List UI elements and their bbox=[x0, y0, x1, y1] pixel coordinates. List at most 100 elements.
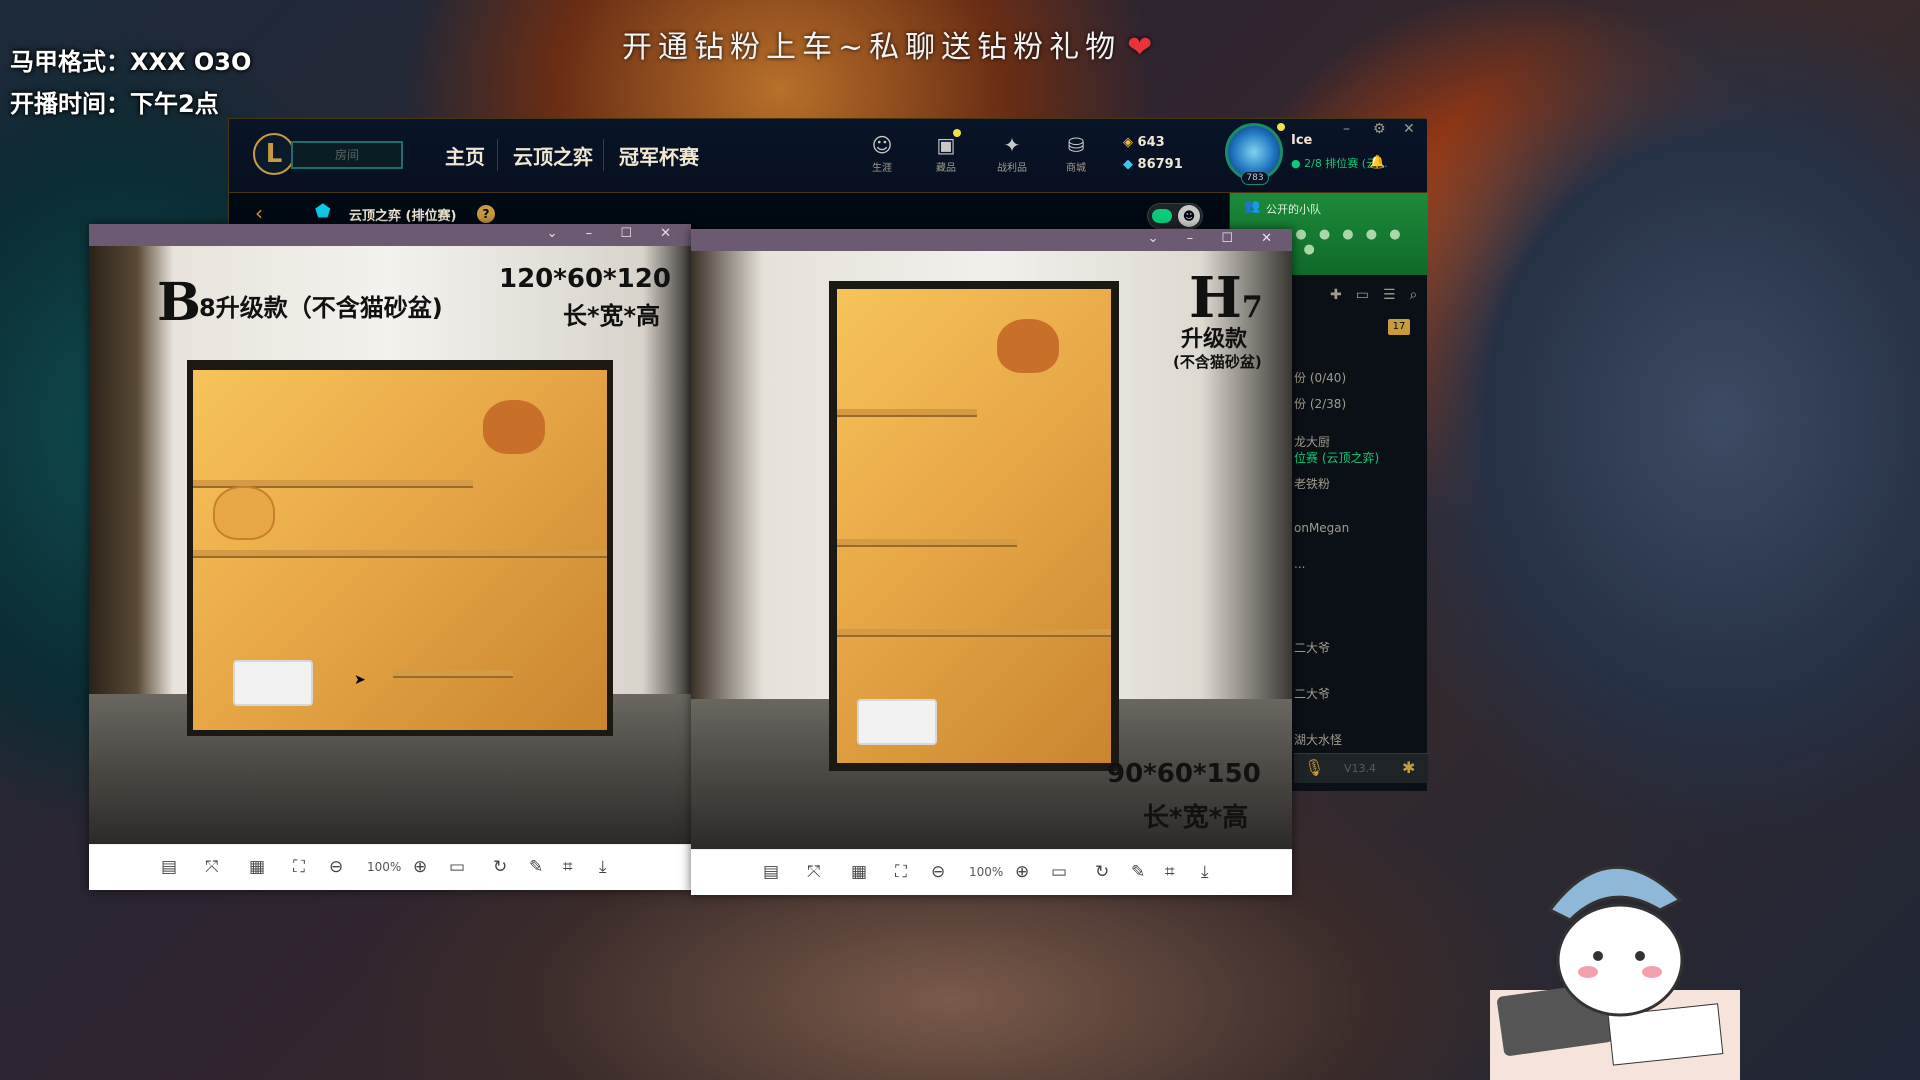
store-icon: ⛁ bbox=[1067, 133, 1085, 157]
model-letter: B bbox=[157, 272, 201, 333]
list-item[interactable]: 二大爷 bbox=[1294, 685, 1330, 702]
notification-dot bbox=[1277, 123, 1285, 131]
list-item[interactable]: 老铁粉 bbox=[1294, 475, 1330, 492]
shark-mascot-icon bbox=[1490, 866, 1740, 1080]
tft-mode-icon: ⬟ bbox=[315, 201, 331, 222]
friend-group[interactable]: 份 (0/40) bbox=[1294, 369, 1346, 386]
collection-label: 藏品 bbox=[936, 163, 956, 174]
party-slots: ●● ● ● ● ● ● ● bbox=[1280, 227, 1405, 257]
heart-icon: ❤ bbox=[1127, 30, 1159, 65]
zoom-out-icon[interactable]: ⊖ bbox=[931, 862, 945, 882]
layout-icon[interactable]: ▤ bbox=[763, 862, 779, 882]
litter-box bbox=[857, 699, 937, 745]
store-label: 商城 bbox=[1066, 163, 1086, 174]
nav-tft[interactable]: 云顶之弈 bbox=[513, 141, 593, 170]
crop-icon[interactable]: ⌗ bbox=[1165, 862, 1175, 882]
minimize-icon[interactable]: – bbox=[1343, 121, 1350, 137]
zoom-in-icon[interactable]: ⊕ bbox=[1015, 862, 1029, 882]
league-logo-icon[interactable]: L bbox=[253, 133, 295, 175]
game-mode-label: 云顶之弈 (排位赛) bbox=[349, 209, 457, 224]
nav-divider bbox=[497, 139, 498, 171]
rp-balance: ◈ 643 bbox=[1123, 135, 1165, 150]
product-image-h7: H7 升级款 (不含猫砂盆) 90*60*150 长*宽*高 bbox=[691, 251, 1292, 849]
cat-window bbox=[997, 319, 1059, 373]
shelf bbox=[393, 670, 513, 678]
image-viewer-window-1[interactable]: ⌄ – ☐ ✕ B 8升级款（不含猫砂盆) 120*60*120 长*宽*高 ▤… bbox=[89, 224, 691, 890]
microphone-icon[interactable]: 🎙 bbox=[1304, 758, 1324, 777]
shelf bbox=[837, 539, 1017, 547]
viewer-toolbar: ▤ ⤧ ▦ ⛶ ⊖ 100% ⊕ ▭ ↻ ✎ ⌗ ⤓ bbox=[691, 849, 1292, 895]
store-button[interactable]: ⛁ 商城 bbox=[1051, 133, 1101, 174]
loot-button[interactable]: ✦ 战利品 bbox=[987, 133, 1037, 174]
litter-box bbox=[233, 660, 313, 706]
layout-icon[interactable]: ▤ bbox=[161, 857, 177, 877]
list-item[interactable]: 龙大厨 bbox=[1294, 433, 1330, 450]
party-toggle[interactable]: ☻ bbox=[1147, 203, 1203, 229]
dimensions-value: 90*60*150 bbox=[1107, 759, 1261, 789]
social-toolbar: ✚▭☰⌕ bbox=[1330, 287, 1431, 303]
rp-icon: ◈ bbox=[1123, 135, 1133, 150]
be-balance: ◆ 86791 bbox=[1123, 157, 1183, 172]
zoom-in-icon[interactable]: ⊕ bbox=[413, 857, 427, 877]
actual-size-icon[interactable]: ▭ bbox=[449, 857, 465, 877]
profile-icon: ☺ bbox=[871, 133, 893, 157]
play-button[interactable]: 房间 bbox=[291, 141, 403, 169]
model-subtitle: (不含猫砂盆) bbox=[1173, 353, 1262, 371]
add-friend-icon[interactable]: ✚ bbox=[1330, 287, 1356, 303]
open-party-label: 公开的小队 bbox=[1266, 203, 1321, 216]
help-icon[interactable]: ? bbox=[477, 205, 495, 223]
folder-icon[interactable]: ▭ bbox=[1356, 287, 1383, 303]
fit-icon[interactable]: ⤧ bbox=[205, 857, 219, 877]
download-icon[interactable]: ⤓ bbox=[599, 857, 607, 877]
close-icon[interactable]: ✕ bbox=[1403, 121, 1415, 137]
viewer-titlebar[interactable]: ⌄ – ☐ ✕ bbox=[691, 229, 1292, 251]
fullscreen-icon[interactable]: ⛶ bbox=[895, 862, 907, 882]
download-icon[interactable]: ⤓ bbox=[1201, 862, 1209, 882]
gallery-icon[interactable]: ▦ bbox=[851, 862, 867, 882]
viewer-window-controls[interactable]: ⌄ – ☐ ✕ bbox=[547, 226, 683, 241]
model-title: 8升级款（不含猫砂盆) bbox=[199, 294, 443, 322]
collection-button[interactable]: ▣ 藏品 bbox=[921, 133, 971, 174]
client-top-bar: L 房间 主页 云顶之弈 冠军杯赛 ☺ 生涯 ▣ 藏品 ✦ 战利品 ⛁ 商城 ◈… bbox=[229, 119, 1427, 193]
rotate-icon[interactable]: ↻ bbox=[1095, 862, 1109, 882]
zoom-out-icon[interactable]: ⊖ bbox=[329, 857, 343, 877]
list-icon[interactable]: ☰ bbox=[1383, 287, 1410, 303]
fit-icon[interactable]: ⤧ bbox=[807, 862, 821, 882]
search-icon[interactable]: ⌕ bbox=[1410, 287, 1432, 303]
edit-icon[interactable]: ✎ bbox=[529, 857, 543, 877]
settings-icon[interactable]: ⚙ bbox=[1373, 121, 1386, 137]
dimensions-label: 长*宽*高 bbox=[563, 302, 661, 330]
bell-icon[interactable]: 🔔 bbox=[1369, 155, 1385, 170]
image-viewer-window-2[interactable]: ⌄ – ☐ ✕ H7 升级款 (不含猫砂盆) 90*60*150 长*宽*高 ▤… bbox=[691, 229, 1292, 895]
bug-report-icon[interactable]: ✱ bbox=[1402, 758, 1415, 777]
shelf bbox=[837, 409, 977, 417]
viewer-titlebar[interactable]: ⌄ – ☐ ✕ bbox=[89, 224, 691, 246]
edit-icon[interactable]: ✎ bbox=[1131, 862, 1145, 882]
list-item[interactable]: ... bbox=[1294, 557, 1305, 571]
party-user-icon: 👥 bbox=[1244, 199, 1261, 214]
nav-home[interactable]: 主页 bbox=[445, 141, 485, 170]
list-item[interactable]: onMegan bbox=[1294, 521, 1349, 535]
crop-icon[interactable]: ⌗ bbox=[563, 857, 573, 877]
back-arrow-icon[interactable]: ‹ bbox=[255, 201, 263, 225]
nav-clash[interactable]: 冠军杯赛 bbox=[619, 141, 699, 170]
model-title: 升级款 bbox=[1181, 327, 1248, 352]
list-item[interactable]: 二大爷 bbox=[1294, 639, 1330, 656]
rotate-icon[interactable]: ↻ bbox=[493, 857, 507, 877]
friend-count-badge: 17 bbox=[1388, 319, 1410, 335]
model-number: 7 bbox=[1241, 290, 1263, 325]
list-item[interactable]: 湖大水怪 bbox=[1294, 731, 1342, 748]
gallery-icon[interactable]: ▦ bbox=[249, 857, 265, 877]
social-footer: 🎙 V13.4 ✱ bbox=[1294, 753, 1428, 783]
blue-essence-icon: ◆ bbox=[1123, 157, 1133, 172]
top-banner: 开通钻粉上车~私聊送钻粉礼物 ❤ bbox=[622, 22, 1158, 66]
cat-cabinet-b8 bbox=[187, 360, 613, 736]
fullscreen-icon[interactable]: ⛶ bbox=[293, 857, 305, 877]
zoom-level: 100% bbox=[969, 865, 1004, 879]
stream-time-text: 开播时间：下午2点 bbox=[10, 90, 219, 118]
viewer-window-controls[interactable]: ⌄ – ☐ ✕ bbox=[1148, 231, 1284, 246]
profile-button[interactable]: ☺ 生涯 bbox=[857, 133, 907, 174]
cat-window bbox=[483, 400, 545, 454]
friend-group[interactable]: 份 (2/38) bbox=[1294, 395, 1346, 412]
actual-size-icon[interactable]: ▭ bbox=[1051, 862, 1067, 882]
